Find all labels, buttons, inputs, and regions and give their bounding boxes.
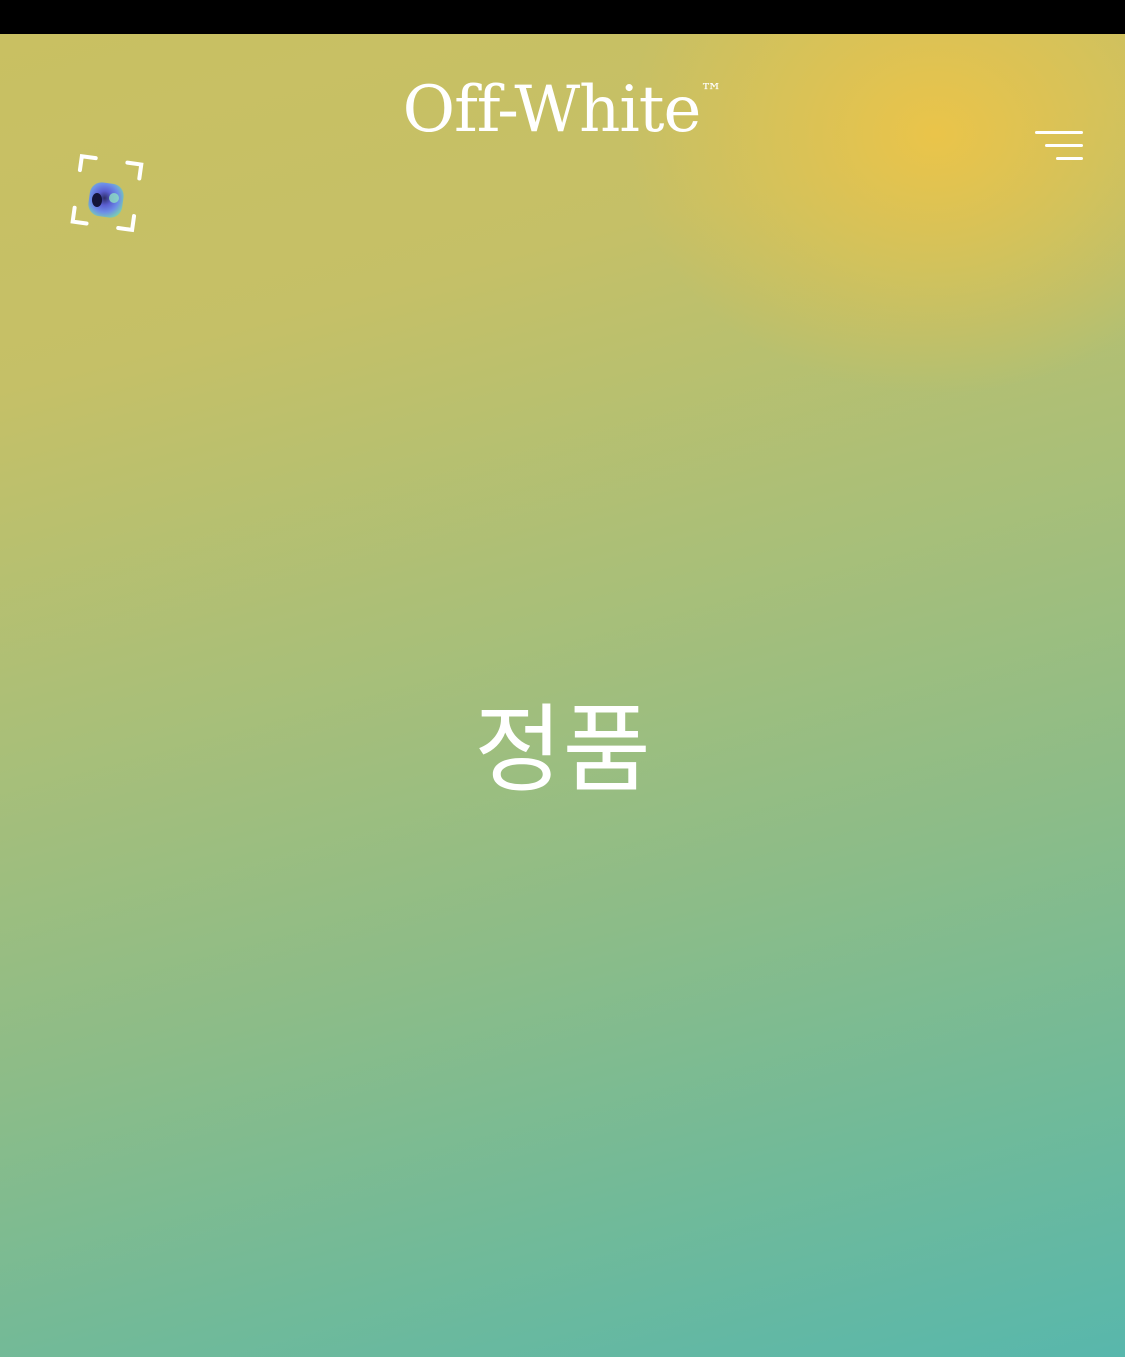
- brand-name: Off-White: [402, 73, 702, 147]
- status-bar: [0, 0, 1125, 34]
- camera-scan-icon: [70, 153, 144, 233]
- scan-button[interactable]: [58, 152, 154, 248]
- trademark-mark: ™: [700, 80, 723, 105]
- menu-line: [1035, 131, 1083, 134]
- authentic-title: 정품: [474, 694, 651, 806]
- menu-button[interactable]: [1033, 128, 1083, 166]
- app-screen: Off-White™ 정품: [0, 34, 1125, 1357]
- menu-line: [1056, 157, 1083, 160]
- menu-line: [1045, 144, 1083, 147]
- brand-logo[interactable]: Off-White™: [0, 78, 1125, 142]
